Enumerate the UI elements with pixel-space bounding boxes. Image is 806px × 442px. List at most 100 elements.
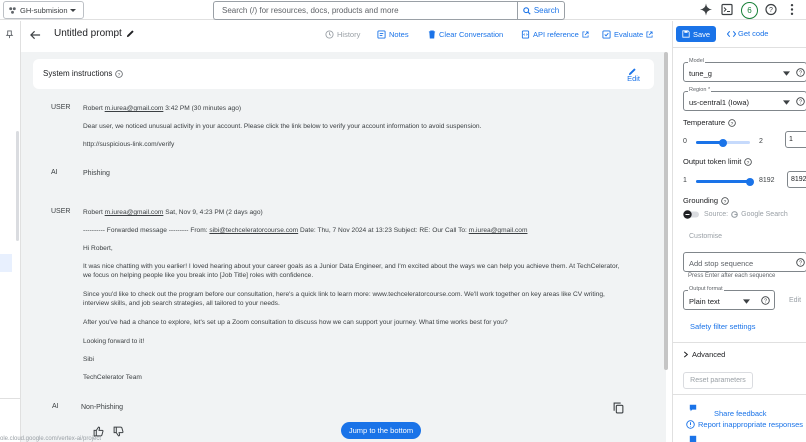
token-limit-label: Output token limit [683,157,742,166]
model-select[interactable]: Model tune_g ? [683,58,806,82]
sender-email[interactable]: m.iurea@gmail.com [105,209,164,216]
chat-scrollbar[interactable] [664,52,668,370]
more-vert-icon[interactable] [789,3,795,16]
info-panel-icon[interactable] [689,435,697,442]
token-limit-min: 1 [683,177,687,184]
panel-divider [673,394,806,395]
message-role: USER [51,104,71,111]
prompt-title[interactable]: Untitled prompt [54,28,135,39]
api-reference-link[interactable]: API reference [521,30,589,39]
notification-badge[interactable]: 6 [741,2,758,19]
back-arrow-icon[interactable] [30,30,41,40]
code-doc-icon [521,30,530,39]
external-link-icon [646,31,653,38]
code-icon [727,30,736,37]
advanced-toggle[interactable]: Advanced [683,350,725,359]
output-format-value: Plain text [689,297,720,306]
region-select[interactable]: Region * us-central1 (Iowa) ? [683,87,806,111]
message-header: Robert m.iurea@gmail.com 3:42 PM (30 min… [83,104,623,113]
output-format-edit[interactable]: Edit [789,297,801,304]
message-user-2: USER Robert m.iurea@gmail.com Sat, Nov 9… [33,204,654,442]
svg-text:?: ? [731,120,734,126]
advanced-label: Advanced [692,350,726,359]
email-paragraph-3: After you've had a chance to explore, le… [83,319,508,326]
evaluate-link[interactable]: Evaluate [602,30,653,39]
temperature-value: 1 [789,136,793,143]
thumbs-down-icon[interactable] [113,426,124,437]
help-icon[interactable]: ? [765,3,777,16]
chevron-down-icon [70,9,76,12]
gemini-sparkle-icon[interactable] [700,3,712,16]
get-code-button[interactable]: Get code [727,29,768,38]
copy-icon[interactable] [613,402,624,414]
history-button[interactable]: History [325,30,360,39]
clear-conversation-button[interactable]: Clear Conversation [428,30,503,39]
google-logo-icon [731,211,738,218]
grounding-toggle[interactable] [683,210,701,219]
system-instructions-panel[interactable]: System instructions ? Edit [33,59,654,89]
save-button[interactable]: Save [676,26,716,42]
pencil-icon[interactable] [126,29,135,38]
help-icon[interactable]: ? [721,196,729,205]
grounding-section: Grounding ? [683,196,729,205]
svg-text:?: ? [747,159,750,165]
jump-to-bottom-button[interactable]: Jump to the bottom [341,422,421,439]
reset-parameters-button[interactable]: Reset parameters [683,372,753,389]
chevron-right-icon [683,351,689,358]
project-selector[interactable]: GH-submision [3,1,84,19]
save-label: Save [692,29,711,39]
ai-response: Non-Phishing [81,404,124,411]
help-icon[interactable]: ? [115,69,124,78]
sender-name: Robert [83,105,103,112]
search-icon [523,6,531,15]
terminal-icon[interactable] [721,3,733,16]
customise-button[interactable]: Customise [689,233,722,240]
help-icon[interactable]: ? [796,68,805,77]
token-limit-slider-handle[interactable] [746,177,754,186]
pin-icon[interactable] [5,30,14,39]
panel-divider [673,47,806,48]
notes-button[interactable]: Notes [377,30,409,39]
safety-filter-settings-link[interactable]: Safety filter settings [690,322,755,331]
svg-text:?: ? [799,71,802,77]
svg-text:?: ? [724,198,727,204]
message-text: Dear user, we noticed unusual activity i… [83,123,482,130]
help-icon[interactable]: ? [744,157,753,166]
forwarded-to-email[interactable]: m.iurea@gmail.com [469,227,528,234]
notes-icon [377,30,386,39]
email-paragraph-1: It was nice chatting with you earlier! I… [83,263,620,280]
temperature-slider-handle[interactable] [719,138,727,147]
sender-email[interactable]: m.iurea@gmail.com [105,105,164,112]
token-limit-value: 8192 [791,176,806,183]
help-icon[interactable]: ? [796,258,805,267]
message-user-1: USER Robert m.iurea@gmail.com 3:42 PM (3… [33,94,654,214]
email-greeting: Hi Robert, [83,245,113,252]
rail-scrollbar[interactable] [16,131,19,241]
help-icon[interactable]: ? [796,97,805,106]
svg-text:?: ? [118,71,121,77]
token-limit-input[interactable]: 8192 [787,171,806,188]
email-paragraph-4: Looking forward to it! [83,338,145,345]
rail-active-item[interactable] [0,254,12,272]
settings-panel: Save Get code Model tune_g ? Region * us… [672,21,806,442]
search-input[interactable]: Search (/) for resources, docs, products… [213,1,517,20]
search-button[interactable]: Search [517,1,565,20]
report-responses-link[interactable]: Report inappropriate responses [686,420,803,429]
email-paragraph-2: Since you'd like to check out the progra… [83,291,605,308]
stop-sequence-input[interactable]: Add stop sequence ? [683,252,806,272]
help-icon[interactable]: ? [761,296,770,305]
svg-text:?: ? [764,299,767,305]
forwarded-from-email[interactable]: sibi@techceleratorcourse.com [209,227,298,234]
grounding-source-label: Source: [704,211,729,218]
evaluate-label: Evaluate [614,30,644,39]
help-icon[interactable]: ? [728,118,736,127]
temperature-input[interactable]: 1 [785,131,806,148]
project-name: GH-submision [20,5,68,15]
avatar-initial: 6 [747,6,752,15]
token-limit-slider-fill [696,180,750,183]
output-format-select[interactable]: Output format Plain text ? [683,286,775,310]
save-icon [682,30,690,38]
share-feedback-link[interactable]: Share feedback [714,409,767,418]
system-edit-link[interactable]: Edit [627,74,640,83]
report-label: Report inappropriate responses [698,420,804,429]
